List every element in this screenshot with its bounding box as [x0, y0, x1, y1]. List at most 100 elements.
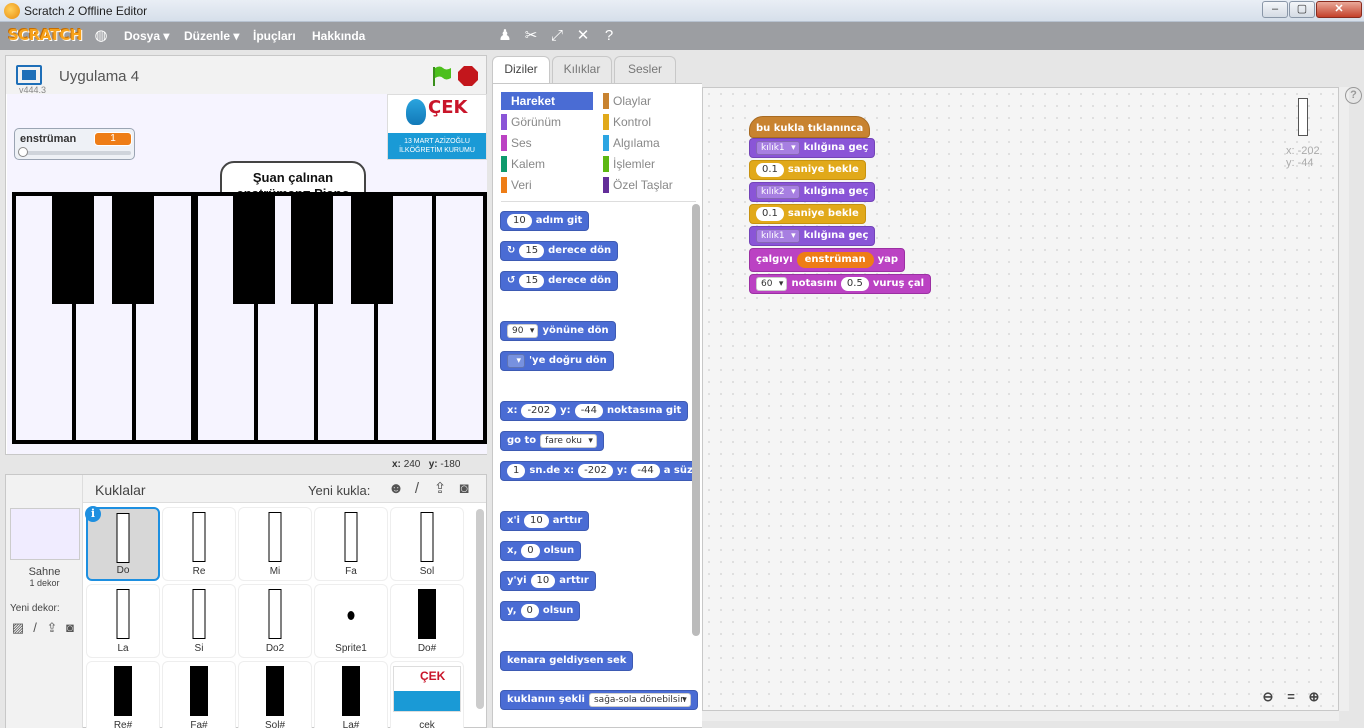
change-x-input[interactable]: 10: [523, 514, 549, 528]
script-area-vertical-scrollbar[interactable]: [1339, 87, 1349, 711]
category-sound[interactable]: Ses: [501, 134, 593, 152]
fullscreen-icon[interactable]: [16, 65, 42, 85]
variable-monitor[interactable]: enstrüman 1: [14, 128, 135, 160]
goto-y-input[interactable]: -44: [574, 404, 604, 418]
script-area[interactable]: [702, 87, 1339, 711]
sprite-tile[interactable]: La#: [314, 661, 388, 728]
script-switch-costume-1[interactable]: kılık1 kılığına geç: [749, 138, 876, 158]
turn-left-input[interactable]: 15: [519, 274, 545, 288]
variable-slider-knob[interactable]: [18, 147, 28, 157]
menu-file[interactable]: Dosya ▾: [124, 29, 169, 43]
close-button[interactable]: ✕: [1316, 1, 1362, 18]
zoom-in-icon[interactable]: ⊕: [1306, 689, 1322, 705]
category-events[interactable]: Olaylar: [603, 92, 695, 110]
duplicate-icon[interactable]: ♟: [496, 27, 514, 45]
tab-scripts[interactable]: Diziler: [492, 56, 550, 84]
script-set-instrument[interactable]: çalgıyı enstrüman yap: [749, 248, 906, 272]
costume-dropdown-3[interactable]: kılık1: [756, 229, 800, 243]
towards-dropdown[interactable]: [507, 354, 525, 368]
tab-costumes[interactable]: Kılıklar: [552, 56, 612, 83]
maximize-button[interactable]: ▢: [1289, 1, 1315, 18]
script-wait-2[interactable]: 0.1 saniye bekle: [749, 204, 866, 224]
category-control[interactable]: Kontrol: [603, 113, 695, 131]
piano-key-fa-sharp[interactable]: [233, 192, 275, 304]
sprite-tile[interactable]: Sol#: [238, 661, 312, 728]
scratch-logo[interactable]: SCRATCH: [8, 26, 83, 44]
block-goto[interactable]: go to fare oku: [500, 431, 604, 451]
block-set-y[interactable]: y, 0 olsun: [500, 601, 581, 621]
change-y-input[interactable]: 10: [530, 574, 556, 588]
zoom-reset-icon[interactable]: =: [1283, 689, 1299, 705]
sprite-tile[interactable]: Mi: [238, 507, 312, 581]
tab-sounds[interactable]: Sesler: [614, 56, 676, 83]
block-change-x[interactable]: x'i 10 arttır: [500, 511, 590, 531]
glide-y-input[interactable]: -44: [631, 464, 660, 478]
note-dropdown[interactable]: 60: [756, 277, 788, 291]
sprite-tile[interactable]: La: [86, 584, 160, 658]
block-point-towards[interactable]: 'ye doğru dön: [500, 351, 614, 371]
script-wait-1[interactable]: 0.1 saniye bekle: [749, 160, 866, 180]
category-operators[interactable]: İşlemler: [603, 155, 695, 173]
camera-backdrop-icon[interactable]: ◙: [62, 620, 78, 636]
wait-input-2[interactable]: 0.1: [756, 207, 784, 221]
menu-about[interactable]: Hakkında: [312, 29, 365, 43]
set-y-input[interactable]: 0: [520, 604, 539, 618]
sprites-scrollbar[interactable]: [476, 509, 484, 709]
beats-input[interactable]: 0.5: [840, 277, 869, 291]
palette-scrollbar[interactable]: [692, 204, 700, 636]
script-hat-sprite-clicked[interactable]: bu kukla tıklanınca: [749, 116, 871, 138]
grow-icon[interactable]: ⤢: [548, 27, 566, 45]
block-goto-xy[interactable]: x: -202 y: -44 noktasına git: [500, 401, 689, 421]
category-data[interactable]: Veri: [501, 176, 593, 194]
camera-sprite-icon[interactable]: ◙: [455, 480, 473, 498]
menu-tips[interactable]: İpuçları: [253, 29, 296, 43]
instrument-variable-reporter[interactable]: enstrüman: [796, 252, 874, 268]
sprite-info-icon[interactable]: i: [85, 506, 101, 522]
set-x-input[interactable]: 0: [521, 544, 540, 558]
stop-icon[interactable]: [458, 66, 478, 86]
upload-sprite-icon[interactable]: ⇪: [431, 480, 449, 498]
project-title[interactable]: Uygulama 4: [59, 68, 139, 85]
sprite-tile[interactable]: Sprite1: [314, 584, 388, 658]
block-change-y[interactable]: y'yi 10 arttır: [500, 571, 596, 591]
sprite-tile[interactable]: Sol: [390, 507, 464, 581]
help-block-icon[interactable]: ?: [600, 27, 618, 45]
piano-key-do-sharp[interactable]: [52, 192, 94, 304]
category-motion[interactable]: Hareket: [501, 92, 593, 110]
rotation-style-dropdown[interactable]: sağa-sola dönebilsin: [588, 693, 691, 707]
globe-icon[interactable]: ◍: [92, 27, 110, 45]
sprite-tile[interactable]: i Do: [85, 506, 160, 581]
paint-backdrop-icon[interactable]: /: [27, 620, 43, 636]
sprite-tile[interactable]: ÇEK cek: [390, 661, 464, 728]
block-bounce[interactable]: kenara geldiysen sek: [500, 651, 634, 671]
sprite-tile[interactable]: Re: [162, 507, 236, 581]
block-move-steps[interactable]: 10 adım git: [500, 211, 590, 231]
sprite-tile[interactable]: Re#: [86, 661, 160, 728]
paint-sprite-icon[interactable]: /: [408, 480, 426, 498]
glide-secs-input[interactable]: 1: [507, 464, 526, 478]
piano-key-la-sharp[interactable]: [351, 192, 393, 304]
variable-slider[interactable]: [21, 151, 131, 155]
menu-edit[interactable]: Düzenle ▾: [184, 29, 239, 43]
sprite-tile[interactable]: Do2: [238, 584, 312, 658]
block-set-x[interactable]: x, 0 olsun: [500, 541, 582, 561]
sprite-tile[interactable]: Fa#: [162, 661, 236, 728]
cut-icon[interactable]: ✂: [522, 27, 540, 45]
minimize-button[interactable]: –: [1262, 1, 1288, 18]
backdrop-library-icon[interactable]: ▨: [10, 620, 26, 636]
block-turn-left[interactable]: ↺ 15 derece dön: [500, 271, 619, 291]
cek-logo-sprite[interactable]: ÇEK 13 MART AZİZOĞLU İLKÖĞRETİM KURUMU: [387, 94, 487, 160]
script-area-horizontal-scrollbar[interactable]: [702, 711, 1339, 721]
script-switch-costume-3[interactable]: kılık1 kılığına geç: [749, 226, 876, 246]
block-point-direction[interactable]: 90 yönüne dön: [500, 321, 616, 341]
glide-x-input[interactable]: -202: [578, 464, 613, 478]
category-sensing[interactable]: Algılama: [603, 134, 695, 152]
piano-key-sol-sharp[interactable]: [291, 192, 333, 304]
script-play-note[interactable]: 60 notasını 0.5 vuruş çal: [749, 274, 932, 294]
block-glide[interactable]: 1 sn.de x: -202 y: -44 a süz: [500, 461, 700, 481]
sprite-tile[interactable]: Do#: [390, 584, 464, 658]
sprite-library-icon[interactable]: ☻: [387, 480, 405, 498]
help-icon[interactable]: ?: [1345, 87, 1362, 104]
category-more-blocks[interactable]: Özel Taşlar: [603, 176, 695, 194]
goto-x-input[interactable]: -202: [521, 404, 557, 418]
